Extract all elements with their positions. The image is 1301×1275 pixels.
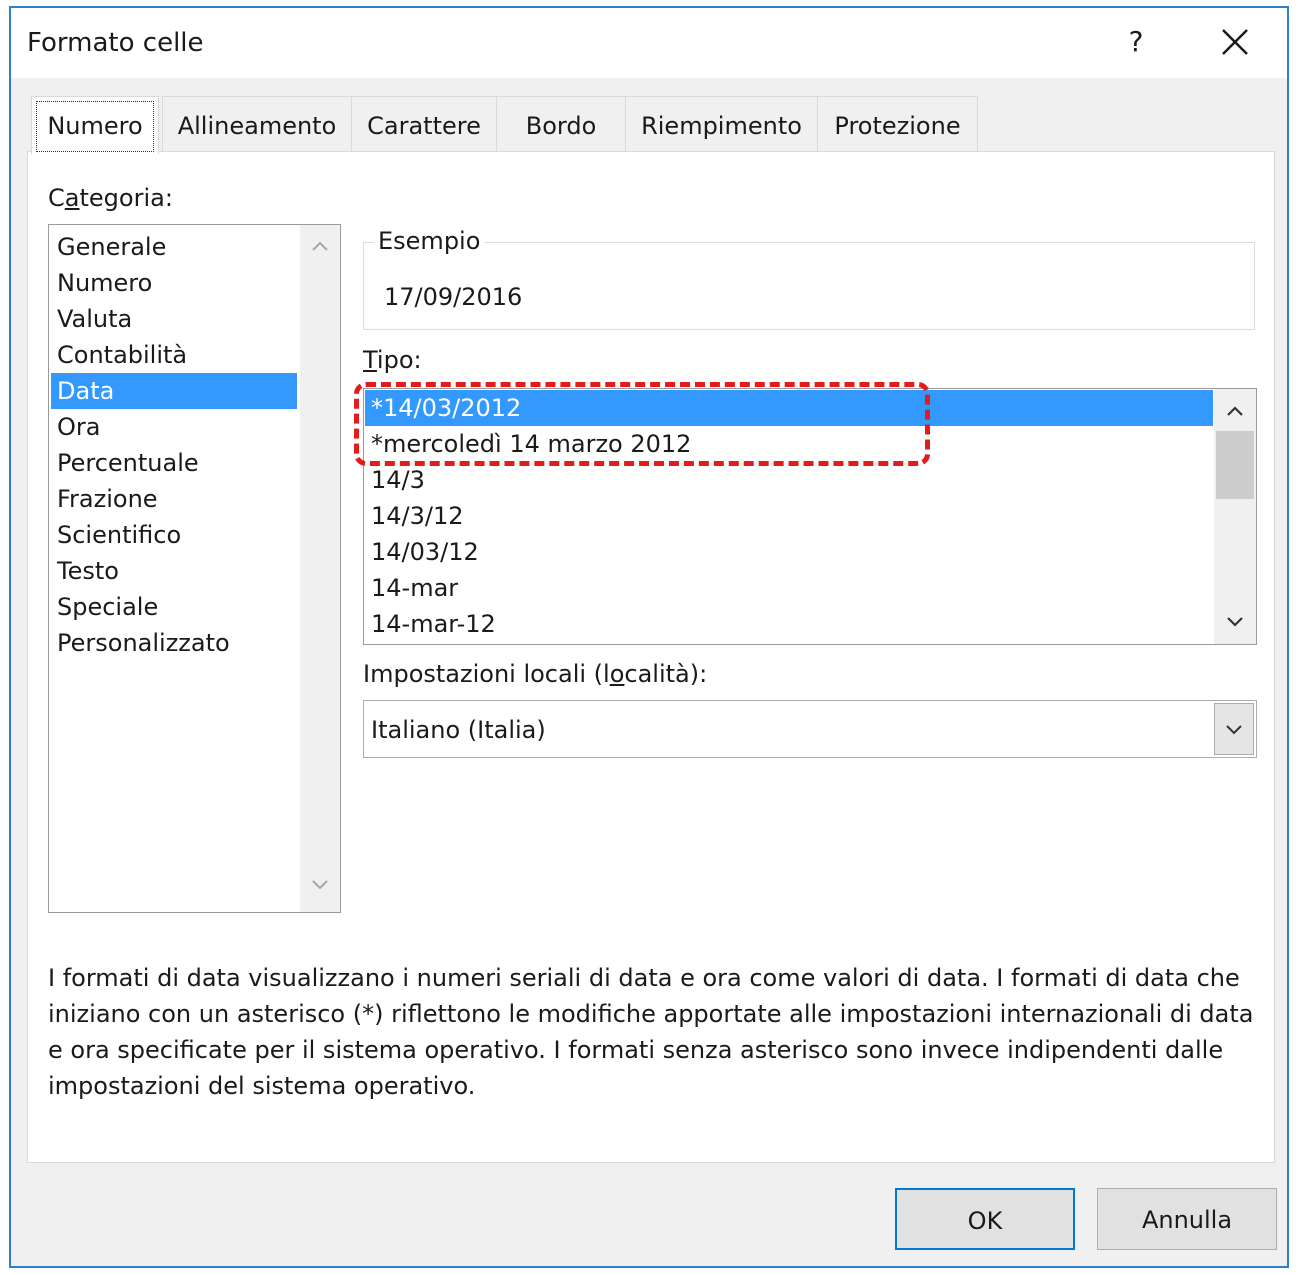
category-item-data[interactable]: Data	[51, 373, 297, 409]
category-item-valuta[interactable]: Valuta	[51, 301, 297, 337]
format-cells-dialog: Formato celle ? Numero Allineamento Cara…	[9, 6, 1289, 1268]
category-item-speciale[interactable]: Speciale	[51, 589, 297, 625]
type-item[interactable]: 14/3	[365, 462, 1213, 498]
category-item-percentuale[interactable]: Percentuale	[51, 445, 297, 481]
category-item-generale[interactable]: Generale	[51, 229, 297, 265]
type-scrollbar[interactable]	[1214, 389, 1256, 644]
category-list[interactable]: Generale Numero Valuta Contabilità Data …	[48, 224, 341, 913]
format-description: I formati di data visualizzano i numeri …	[48, 964, 1254, 1100]
locale-value: Italiano (Italia)	[371, 716, 546, 744]
category-item-frazione[interactable]: Frazione	[51, 481, 297, 517]
locale-dropdown-button[interactable]	[1214, 703, 1254, 755]
category-label: Categoria:	[48, 184, 173, 212]
category-item-personalizzato[interactable]: Personalizzato	[51, 625, 297, 661]
tab-allineamento[interactable]: Allineamento	[162, 96, 352, 152]
type-list[interactable]: *14/03/2012 *mercoledì 14 marzo 2012 14/…	[363, 388, 1257, 645]
sample-legend: Esempio	[374, 227, 485, 255]
close-icon	[1222, 29, 1248, 55]
category-item-ora[interactable]: Ora	[51, 409, 297, 445]
chevron-down-icon[interactable]	[300, 870, 340, 906]
tab-bordo[interactable]: Bordo	[496, 96, 626, 152]
type-item[interactable]: *mercoledì 14 marzo 2012	[365, 426, 1213, 462]
type-item[interactable]: 14/03/12	[365, 534, 1213, 570]
sample-group: Esempio 17/09/2016	[363, 227, 1255, 330]
close-button[interactable]	[1207, 18, 1263, 66]
tab-panel: Categoria: Generale Numero Valuta Contab…	[27, 151, 1275, 1163]
type-item[interactable]: 14-mar	[365, 570, 1213, 606]
ok-button[interactable]: OK	[895, 1188, 1075, 1250]
chevron-up-icon[interactable]	[300, 231, 340, 267]
category-item-testo[interactable]: Testo	[51, 553, 297, 589]
tab-label: Numero	[36, 101, 154, 152]
type-item[interactable]: 14/3/12	[365, 498, 1213, 534]
chevron-down-icon[interactable]	[1214, 604, 1256, 640]
type-label: Tipo:	[363, 346, 422, 374]
chevron-down-icon	[1226, 725, 1242, 735]
category-item-numero[interactable]: Numero	[51, 265, 297, 301]
tab-carattere[interactable]: Carattere	[351, 96, 497, 152]
title-bar: Formato celle ?	[11, 8, 1287, 78]
type-item[interactable]: *14/03/2012	[365, 390, 1213, 426]
scrollbar-thumb[interactable]	[1216, 431, 1254, 499]
category-scrollbar[interactable]	[300, 225, 340, 912]
tab-riempimento[interactable]: Riempimento	[625, 96, 818, 152]
tab-numero[interactable]: Numero	[31, 96, 159, 154]
category-item-contabilita[interactable]: Contabilità	[51, 337, 297, 373]
locale-label: Impostazioni locali (località):	[363, 660, 708, 688]
locale-select[interactable]: Italiano (Italia)	[363, 700, 1257, 758]
chevron-up-icon[interactable]	[1214, 393, 1256, 429]
help-button[interactable]: ?	[1111, 20, 1161, 64]
category-item-scientifico[interactable]: Scientifico	[51, 517, 297, 553]
cancel-button[interactable]: Annulla	[1097, 1188, 1277, 1250]
type-item[interactable]: 14-mar-12	[365, 606, 1213, 642]
sample-value: 17/09/2016	[384, 283, 523, 311]
dialog-title: Formato celle	[27, 28, 204, 58]
tab-protezione[interactable]: Protezione	[817, 96, 978, 152]
